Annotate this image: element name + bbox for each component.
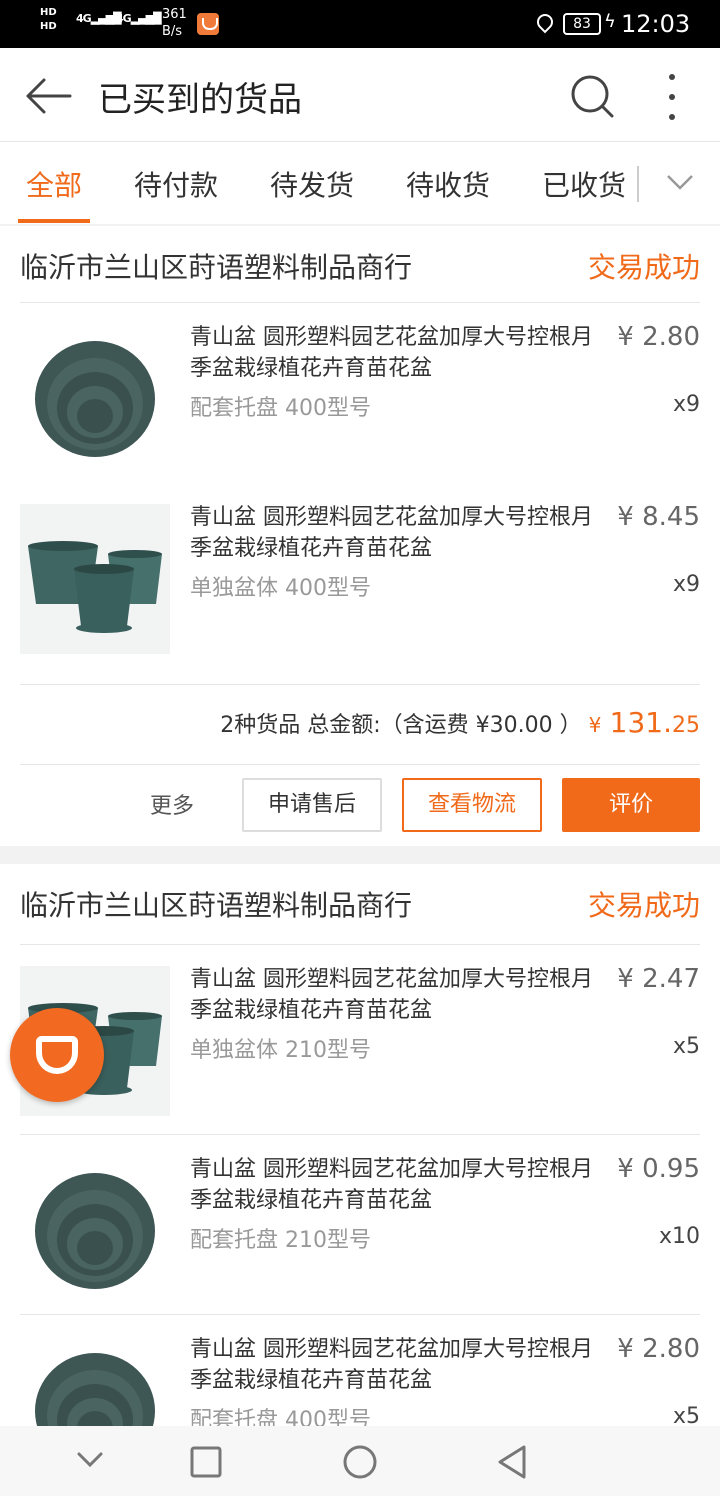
item-price: ¥ 2.80 [617,322,700,352]
battery-level: 83 [563,13,601,35]
item-title: 青山盆 圆形塑料园艺花盆加厚大号控根月季盆栽绿植花卉育苗花盆 [190,325,593,381]
search-icon[interactable] [570,74,614,118]
tab-pending-shipment[interactable]: 待发货 [270,164,354,204]
item-quantity: x9 [672,572,700,597]
item-quantity: x10 [658,1224,700,1249]
item-spec: 单独盆体 400型号 [190,576,371,601]
status-bar: HD HD 4G▂▄▆█ 4G▂▄▆█ 361 B/s 83 ϟ 12:03 [0,0,720,48]
app-header: 已买到的货品 [0,48,720,142]
tab-pending-receipt[interactable]: 待收货 [406,164,490,204]
product-image-tray [20,1156,170,1306]
network-speed: 361 B/s [162,7,187,39]
item-spec: 配套托盘 210型号 [190,1228,371,1253]
order-card: 临沂市兰山区莳语塑料制品商行 交易成功 青山盆 圆形塑料园艺花盆加厚大号控根月季… [0,864,720,1486]
tab-all[interactable]: 全部 [26,164,82,204]
order-card: 临沂市兰山区莳语塑料制品商行 交易成功 青山盆 圆形塑料园艺花盆加厚大号控根月季… [0,226,720,846]
item-title: 青山盆 圆形塑料园艺花盆加厚大号控根月季盆栽绿植花卉育苗花盆 [190,967,593,1023]
order-status: 交易成功 [587,251,700,284]
square-icon[interactable] [190,1446,222,1478]
back-arrow-icon[interactable] [24,78,72,114]
divider [20,764,700,765]
divider [20,1314,700,1315]
charging-icon: ϟ [604,11,616,32]
order-total: ¥ 131.25 [588,706,700,739]
item-price: ¥ 0.95 [617,1154,700,1184]
tab-received[interactable]: 已收货 [542,164,626,204]
item-spec: 配套托盘 400型号 [190,396,371,421]
tab-pending-payment[interactable]: 待付款 [134,164,218,204]
app-notification-icon [197,13,219,35]
order-item[interactable]: 青山盆 圆形塑料园艺花盆加厚大号控根月季盆栽绿植花卉育苗花盆 单独盆体 210型… [0,946,720,1126]
item-price: ¥ 8.45 [617,502,700,532]
item-title: 青山盆 圆形塑料园艺花盆加厚大号控根月季盆栽绿植花卉育苗花盆 [190,1337,593,1393]
order-item[interactable]: 青山盆 圆形塑料园艺花盆加厚大号控根月季盆栽绿植花卉育苗花盆 单独盆体 400型… [0,484,720,664]
item-quantity: x5 [672,1034,700,1059]
active-tab-indicator [18,219,90,223]
product-image-tray [20,324,170,474]
order-tabs: 全部 待付款 待发货 待收货 已收货 [0,142,720,224]
order-status: 交易成功 [587,889,700,922]
signal-strength-2: 4G▂▄▆█ [116,12,162,25]
store-name[interactable]: 临沂市兰山区莳语塑料制品商行 [20,246,412,286]
signal-strength-1: 4G▂▄▆█ [76,12,122,25]
review-button[interactable]: 评价 [562,778,700,832]
item-quantity: x9 [672,392,700,417]
divider [20,944,700,945]
order-summary: 2种货品 总金额:（含运费 ¥30.00 ） ¥ 131.25 [220,706,700,739]
chevron-down-icon[interactable] [666,172,694,192]
floating-assistant-button[interactable] [10,1008,104,1102]
store-name[interactable]: 临沂市兰山区莳语塑料制品商行 [20,884,412,924]
item-spec: 单独盆体 210型号 [190,1038,371,1063]
location-icon [533,10,557,34]
item-price: ¥ 2.47 [617,964,700,994]
item-title: 青山盆 圆形塑料园艺花盆加厚大号控根月季盆栽绿植花卉育苗花盆 [190,1157,593,1213]
section-separator [0,846,720,864]
network-indicator: HD HD [40,7,57,32]
divider [20,1134,700,1135]
circle-icon[interactable] [342,1444,378,1480]
chevron-down-icon[interactable] [76,1450,104,1470]
after-sale-button[interactable]: 申请售后 [242,778,382,832]
system-nav-bar [0,1426,720,1496]
order-item[interactable]: 青山盆 圆形塑料园艺花盆加厚大号控根月季盆栽绿植花卉育苗花盆 配套托盘 400型… [0,304,720,484]
item-price: ¥ 2.80 [617,1334,700,1364]
more-actions-link[interactable]: 更多 [150,788,194,820]
page-title: 已买到的货品 [98,80,302,120]
product-image-pots [20,504,170,654]
clock: 12:03 [621,10,691,38]
triangle-back-icon[interactable] [496,1444,528,1480]
order-item[interactable]: 青山盆 圆形塑料园艺花盆加厚大号控根月季盆栽绿植花卉育苗花盆 配套托盘 210型… [0,1136,720,1316]
more-vertical-icon[interactable] [664,72,680,122]
divider [20,684,700,685]
item-title: 青山盆 圆形塑料园艺花盆加厚大号控根月季盆栽绿植花卉育苗花盆 [190,505,593,561]
order-summary-text: 2种货品 总金额:（含运费 ¥30.00 ） [220,713,582,738]
tab-divider [637,166,639,202]
divider [20,302,700,303]
view-logistics-button[interactable]: 查看物流 [402,778,542,832]
